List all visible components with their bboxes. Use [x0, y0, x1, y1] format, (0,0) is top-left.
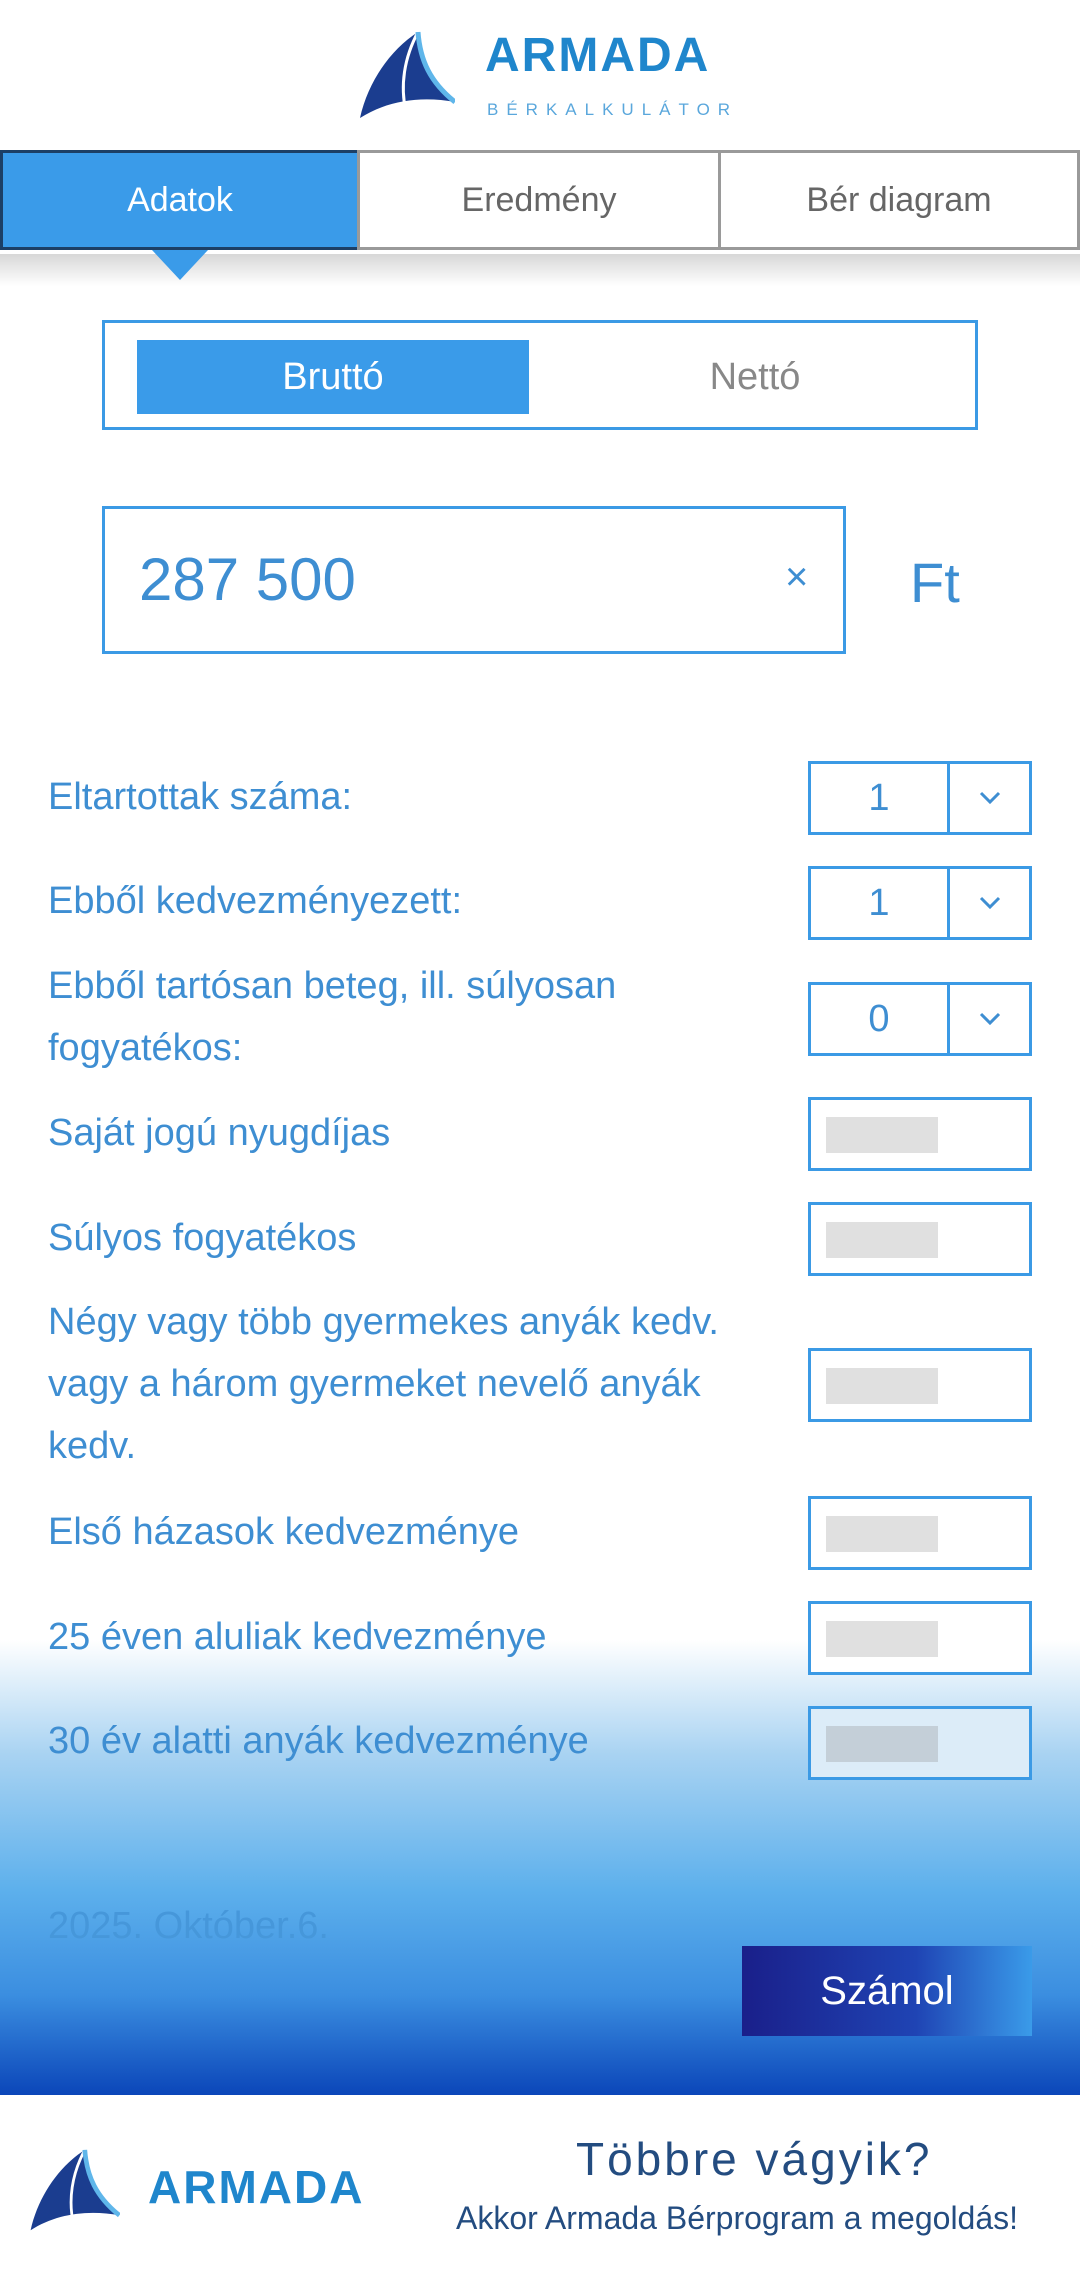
beneficiaries-value: 1: [868, 881, 890, 924]
date-label: 2025. Október.6.: [48, 1905, 329, 1947]
amount-value[interactable]: 287 500: [139, 545, 356, 614]
toggle-knob: [826, 1516, 938, 1552]
under-25-toggle[interactable]: [808, 1601, 1032, 1675]
label-severely-disabled: Súlyos fogyatékos: [48, 1217, 357, 1259]
active-tab-caret-icon: [152, 250, 208, 280]
mothers-toggle[interactable]: [808, 1348, 1032, 1422]
toggle-brutto[interactable]: Bruttó: [137, 340, 529, 414]
logo-wordmark: ARMADA: [485, 29, 711, 82]
footer-question: Többre vágyik?: [576, 2133, 933, 2185]
toggle-netto[interactable]: Nettó: [565, 340, 945, 414]
clear-icon[interactable]: ×: [785, 555, 808, 600]
severely-disabled-toggle[interactable]: [808, 1202, 1032, 1276]
disabled-value: 0: [868, 997, 890, 1040]
chevron-down-icon[interactable]: [950, 764, 1029, 832]
toggle-knob: [826, 1621, 938, 1657]
label-under-25: 25 éven aluliak kedvezménye: [48, 1616, 547, 1658]
dependents-select[interactable]: 1: [808, 761, 1032, 835]
mothers-under-30-toggle[interactable]: [808, 1706, 1032, 1780]
label-beneficiaries: Ebből kedvezményezett:: [48, 880, 463, 922]
label-mothers: Négy vagy több gyermekes anyák kedv. vag…: [48, 1301, 719, 1467]
disabled-select[interactable]: 0: [808, 982, 1032, 1056]
label-mothers-under-30: 30 év alatti anyák kedvezménye: [48, 1720, 589, 1762]
calculate-button[interactable]: Számol: [742, 1946, 1032, 2036]
pensioner-toggle[interactable]: [808, 1097, 1032, 1171]
beneficiaries-select[interactable]: 1: [808, 866, 1032, 940]
armada-logo-icon: [30, 2149, 120, 2231]
footer-subtitle: Akkor Armada Bérprogram a megoldás!: [456, 2200, 1019, 2236]
chevron-down-icon[interactable]: [950, 985, 1029, 1053]
toggle-knob: [826, 1368, 938, 1404]
label-first-marriage: Első házasok kedvezménye: [48, 1511, 520, 1553]
tab-bar: Adatok Eredmény Bér diagram: [0, 150, 1080, 254]
armada-logo-icon: [360, 31, 455, 118]
gross-net-toggle: Bruttó Nettó: [102, 320, 978, 430]
toggle-knob: [826, 1222, 938, 1258]
label-pensioner: Saját jogú nyugdíjas: [48, 1112, 391, 1154]
currency-label: Ft: [910, 551, 960, 614]
dependents-value: 1: [868, 776, 890, 819]
toggle-knob: [826, 1726, 938, 1762]
first-marriage-toggle[interactable]: [808, 1496, 1032, 1570]
toggle-knob: [826, 1117, 938, 1153]
logo-subtitle: BÉRKALKULÁTOR: [487, 100, 739, 119]
tab-eredmeny[interactable]: Eredmény: [357, 150, 721, 250]
footer-logo-wordmark: ARMADA: [148, 2161, 365, 2213]
label-disabled: Ebből tartósan beteg, ill. súlyosan fogy…: [48, 965, 617, 1069]
tab-adatok[interactable]: Adatok: [0, 150, 360, 250]
tab-ber-diagram[interactable]: Bér diagram: [718, 150, 1080, 250]
amount-input[interactable]: 287 500 ×: [102, 506, 846, 654]
label-dependents: Eltartottak száma:: [48, 776, 353, 818]
chevron-down-icon[interactable]: [950, 869, 1029, 937]
